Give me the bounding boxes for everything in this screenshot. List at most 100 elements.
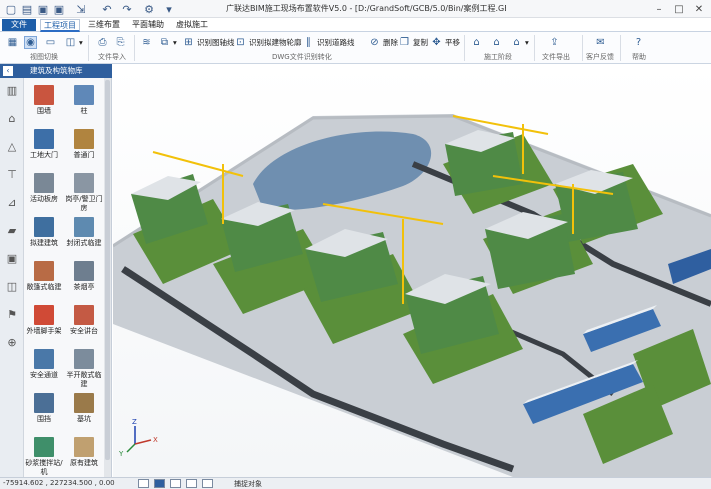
- component-item[interactable]: 砂浆搅拌站/机: [24, 434, 64, 477]
- component-label: 普通门: [73, 151, 95, 159]
- file-menu-button[interactable]: 文件: [2, 19, 36, 31]
- tab-project[interactable]: 工程项目: [40, 19, 80, 32]
- dropdown-icon[interactable]: ▾: [162, 2, 176, 16]
- view-2d-button[interactable]: ▦: [6, 35, 19, 49]
- component-item[interactable]: 封闭式临建: [64, 214, 104, 258]
- layer-button[interactable]: ≋: [140, 35, 153, 49]
- settings-icon[interactable]: ⚙: [142, 2, 156, 16]
- ribbon-toolbar: ▦ ◉ ▭ ◫ ▾ 视图切换 ⎙ ⎘ 文件导入 ≋ ⧉ ▾ ⊞ 识别图轴线 ⊡ 识别拟建…: [0, 32, 711, 64]
- category-material-icon[interactable]: ▣: [5, 252, 19, 266]
- component-label: 砂浆搅拌站/机: [25, 459, 63, 476]
- open-file-icon[interactable]: ▤: [20, 2, 34, 16]
- title-bar: ▢ ▤ ▣ ▣ ⇲ ↶ ↷ ⚙ ▾ 广联达BIM施工现场布置软件V5.0 - […: [0, 0, 711, 18]
- feedback-button[interactable]: ✉: [594, 35, 607, 49]
- component-item[interactable]: 安全讲台: [64, 302, 104, 346]
- component-item[interactable]: 敞篷式临建: [24, 258, 64, 302]
- identify-road-button[interactable]: ∥ 识别道路线: [302, 35, 355, 49]
- component-item[interactable]: 柱: [64, 82, 104, 126]
- view-3d-button[interactable]: ◉: [24, 35, 37, 49]
- 3d-viewport[interactable]: X Y Z: [113, 64, 711, 477]
- building[interactable]: [555, 170, 638, 242]
- category-crane-icon[interactable]: ⊤: [5, 168, 19, 182]
- guard-house-icon: [74, 173, 94, 193]
- save-as-icon[interactable]: ▣: [52, 2, 66, 16]
- component-item[interactable]: 茶烟亭: [64, 258, 104, 302]
- view-iso-button[interactable]: ◫ ▾: [64, 35, 83, 49]
- ribbon-divider: [88, 35, 89, 61]
- export-file-icon: ⇪: [550, 36, 559, 48]
- category-misc-icon[interactable]: ⊕: [5, 336, 19, 350]
- save-icon[interactable]: ▣: [36, 2, 50, 16]
- import-icon: ⎘: [116, 36, 125, 48]
- view-top-button[interactable]: ▭: [44, 35, 57, 49]
- component-item[interactable]: 岗亭/警卫门房: [64, 170, 104, 214]
- import-cad-button[interactable]: ⎙: [96, 35, 109, 49]
- component-item[interactable]: 工地大门: [24, 126, 64, 170]
- grid-view-icon: ▦: [7, 36, 18, 48]
- category-storage-icon[interactable]: ◫: [5, 280, 19, 294]
- object-track-toggle[interactable]: [202, 479, 213, 488]
- component-item[interactable]: 安全通道: [24, 346, 64, 390]
- ortho-toggle[interactable]: [138, 479, 149, 488]
- scaffold-icon: [34, 305, 54, 325]
- panel-scrollbar[interactable]: [104, 78, 111, 477]
- stage-button-1[interactable]: ⌂: [470, 35, 483, 49]
- safety-platform-icon: [74, 305, 94, 325]
- prefab-house-icon: [34, 173, 54, 193]
- export-file-button[interactable]: ⇪: [548, 35, 561, 49]
- stage-button-2[interactable]: ⌂: [490, 35, 503, 49]
- stage-foundation-icon: ⌂: [493, 36, 500, 48]
- polar-toggle[interactable]: [186, 479, 197, 488]
- category-terrain-icon[interactable]: △: [5, 140, 19, 154]
- component-label: 封闭式临建: [66, 239, 102, 247]
- collapse-panel-icon[interactable]: ‹: [3, 66, 13, 76]
- category-building-icon[interactable]: ▥: [5, 84, 19, 98]
- component-item[interactable]: 外墙脚手架: [24, 302, 64, 346]
- chevron-down-icon: ▾: [525, 37, 529, 47]
- road-line-icon: ∥: [306, 36, 311, 48]
- stage-group-label: 施工阶段: [484, 53, 512, 61]
- category-structure-icon[interactable]: ⌂: [5, 112, 19, 126]
- tab-plan-assist[interactable]: 平面辅助: [128, 19, 168, 32]
- door-icon: [74, 129, 94, 149]
- redo-icon[interactable]: ↷: [120, 2, 134, 16]
- component-item[interactable]: 普通门: [64, 126, 104, 170]
- copy-button[interactable]: ❐ 复制: [398, 35, 428, 49]
- component-item[interactable]: 半开敞式临建: [64, 346, 104, 390]
- stage-button-3[interactable]: ⌂ ▾: [510, 35, 529, 49]
- layer-settings-button[interactable]: ⧉ ▾: [158, 35, 177, 49]
- component-grid: 围墙 柱工地大门 普通门活动板房 岗亭/警卫门房 拟建建筑 封闭式临建敞篷式临建 茶烟亭 外墙…: [24, 78, 104, 477]
- close-icon[interactable]: ✕: [690, 1, 708, 17]
- export-icon[interactable]: ⇲: [74, 2, 88, 16]
- cursor-coordinates: -75914.602 , 227234.500 , 0.00: [3, 479, 115, 487]
- tab-3d-layout[interactable]: 三维布置: [84, 19, 124, 32]
- help-button[interactable]: ?: [632, 35, 645, 49]
- component-item[interactable]: 基坑: [64, 390, 104, 434]
- component-item[interactable]: 围墙: [24, 82, 64, 126]
- move-button[interactable]: ✥ 平移: [430, 35, 460, 49]
- snap-toggle[interactable]: [154, 479, 165, 488]
- scrollbar-thumb[interactable]: [105, 80, 110, 460]
- move-icon: ✥: [432, 36, 441, 48]
- delete-button[interactable]: ⊘ 删除: [368, 35, 398, 49]
- identify-outline-button[interactable]: ⊡ 识别拟建物轮廓: [234, 35, 301, 49]
- axis-x-label: X: [153, 436, 158, 444]
- move-label: 平移: [445, 37, 460, 47]
- category-safety-icon[interactable]: ⚑: [5, 308, 19, 322]
- component-item[interactable]: 围挡: [24, 390, 64, 434]
- component-item[interactable]: 拟建建筑: [24, 214, 64, 258]
- category-road-icon[interactable]: ⊿: [5, 196, 19, 210]
- feedback-group-label: 客户反馈: [586, 53, 614, 61]
- new-file-icon[interactable]: ▢: [4, 2, 18, 16]
- undo-icon[interactable]: ↶: [100, 2, 114, 16]
- grid-toggle[interactable]: [170, 479, 181, 488]
- identify-grid-button[interactable]: ⊞ 识别图轴线: [182, 35, 234, 49]
- import-file-button[interactable]: ⎘: [114, 35, 127, 49]
- chevron-down-icon: ▾: [79, 37, 83, 47]
- component-item[interactable]: 原有建筑: [64, 434, 104, 477]
- minimize-icon[interactable]: –: [650, 1, 668, 17]
- tab-virtual-construction[interactable]: 虚拟施工: [172, 19, 212, 32]
- maximize-icon[interactable]: □: [670, 1, 688, 17]
- component-item[interactable]: 活动板房: [24, 170, 64, 214]
- category-vehicle-icon[interactable]: ▰: [5, 224, 19, 238]
